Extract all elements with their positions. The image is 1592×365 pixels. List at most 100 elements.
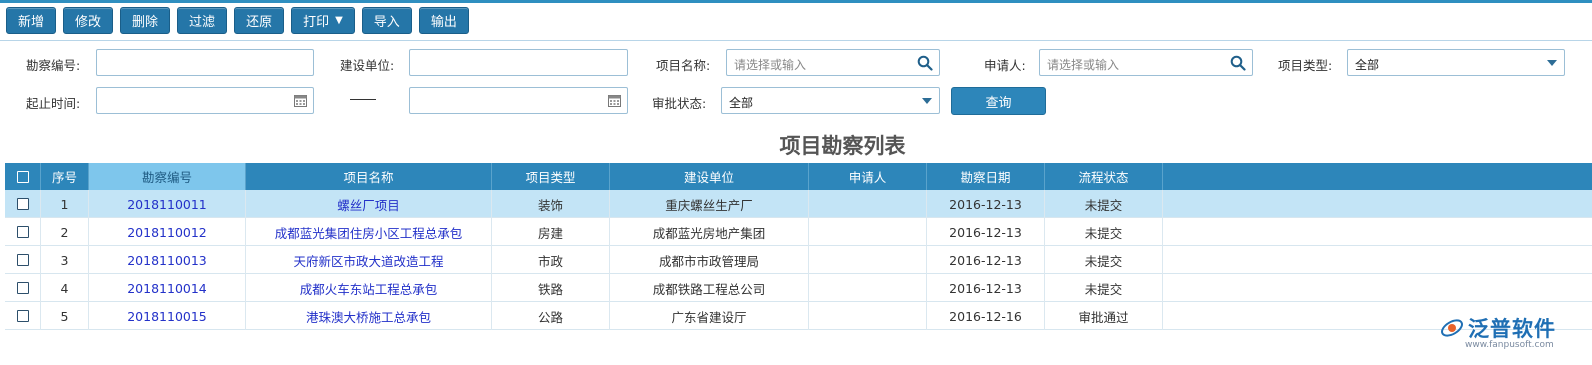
project-type-value: 全部 <box>1355 58 1380 72</box>
cell-type: 房建 <box>492 218 610 246</box>
row-select-cell <box>5 274 41 302</box>
top-accent-line <box>0 0 1592 3</box>
cell-builder: 成都蓝光房地产集团 <box>610 218 809 246</box>
calendar-icon[interactable] <box>294 94 307 110</box>
cell-type: 公路 <box>492 302 610 330</box>
logo-text: 泛普软件 <box>1468 317 1556 341</box>
row-select-cell <box>5 218 41 246</box>
column-header-name[interactable]: 项目名称 <box>246 163 492 190</box>
cell-no: 4 <box>41 274 89 302</box>
project-name-input[interactable]: 请选择或输入 <box>726 49 940 76</box>
add-button-label: 新增 <box>18 15 45 30</box>
cell-status: 未提交 <box>1045 274 1163 302</box>
dropdown-arrow-icon <box>1547 60 1557 66</box>
brand-logo: 泛普软件 <box>1440 313 1556 343</box>
row-checkbox[interactable] <box>16 310 29 322</box>
select-all-checkbox[interactable] <box>16 170 29 183</box>
cell-name[interactable]: 天府新区市政大道改造工程 <box>246 246 492 274</box>
delete-button[interactable]: 删除 <box>120 7 171 34</box>
column-header-builder[interactable]: 建设单位 <box>610 163 809 190</box>
cell-applicant <box>809 302 927 330</box>
table-row[interactable]: 5 2018110015 港珠澳大桥施工总承包 公路 广东省建设厅 2016-1… <box>5 302 1592 330</box>
column-header-date[interactable]: 勘察日期 <box>927 163 1045 190</box>
cell-builder: 广东省建设厅 <box>610 302 809 330</box>
cell-code[interactable]: 2018110011 <box>89 190 246 218</box>
add-button[interactable]: 新增 <box>6 7 57 34</box>
page-title: 项目勘察列表 <box>779 134 906 158</box>
cell-code[interactable]: 2018110013 <box>89 246 246 274</box>
cell-applicant <box>809 190 927 218</box>
edit-button[interactable]: 修改 <box>63 7 114 34</box>
restore-button-label: 还原 <box>246 15 273 30</box>
column-header-filler <box>1163 163 1592 190</box>
query-button-label: 查询 <box>985 95 1012 111</box>
survey-no-input[interactable] <box>96 49 314 76</box>
row-checkbox[interactable] <box>16 282 29 294</box>
approval-value: 全部 <box>729 96 754 110</box>
period-start-input[interactable] <box>96 87 314 114</box>
cell-name[interactable]: 成都火车东站工程总承包 <box>246 274 492 302</box>
cell-date: 2016-12-13 <box>927 190 1045 218</box>
column-header-code[interactable]: 勘察编号 <box>89 163 246 190</box>
cell-date: 2016-12-13 <box>927 274 1045 302</box>
cell-date: 2016-12-16 <box>927 302 1045 330</box>
column-header-applicant[interactable]: 申请人 <box>809 163 927 190</box>
search-icon[interactable] <box>1230 55 1246 74</box>
row-select-cell <box>5 302 41 330</box>
export-button-label: 输出 <box>430 15 457 30</box>
filter-button[interactable]: 过滤 <box>177 7 228 34</box>
cell-filler <box>1163 274 1592 302</box>
export-button[interactable]: 输出 <box>418 7 469 34</box>
table-row[interactable]: 1 2018110011 螺丝厂项目 装饰 重庆螺丝生产厂 2016-12-13… <box>5 190 1592 218</box>
project-type-select[interactable]: 全部 <box>1347 49 1565 76</box>
edit-button-label: 修改 <box>75 15 102 30</box>
table-row[interactable]: 2 2018110012 成都蓝光集团住房小区工程总承包 房建 成都蓝光房地产集… <box>5 218 1592 246</box>
cell-code[interactable]: 2018110015 <box>89 302 246 330</box>
cell-filler <box>1163 190 1592 218</box>
period-end-input[interactable] <box>409 87 628 114</box>
toolbar-divider <box>0 40 1592 41</box>
cell-no: 3 <box>41 246 89 274</box>
applicant-input[interactable]: 请选择或输入 <box>1039 49 1253 76</box>
applicant-label: 申请人: <box>984 58 1026 73</box>
query-button[interactable]: 查询 <box>951 87 1046 115</box>
cell-no: 1 <box>41 190 89 218</box>
logo-icon <box>1441 319 1463 337</box>
calendar-icon[interactable] <box>608 94 621 110</box>
cell-type: 铁路 <box>492 274 610 302</box>
approval-select[interactable]: 全部 <box>721 87 940 114</box>
import-button[interactable]: 导入 <box>361 7 412 34</box>
cell-name[interactable]: 螺丝厂项目 <box>246 190 492 218</box>
cell-code[interactable]: 2018110012 <box>89 218 246 246</box>
survey-no-label: 勘察编号: <box>26 58 81 73</box>
cell-status: 审批通过 <box>1045 302 1163 330</box>
builder-input[interactable] <box>409 49 628 76</box>
print-button[interactable]: 打印 ▼ <box>291 7 355 34</box>
cell-filler <box>1163 246 1592 274</box>
cell-date: 2016-12-13 <box>927 246 1045 274</box>
column-header-no[interactable]: 序号 <box>41 163 89 190</box>
column-header-type[interactable]: 项目类型 <box>492 163 610 190</box>
cell-code[interactable]: 2018110014 <box>89 274 246 302</box>
table-row[interactable]: 4 2018110014 成都火车东站工程总承包 铁路 成都铁路工程总公司 20… <box>5 274 1592 302</box>
cell-name[interactable]: 成都蓝光集团住房小区工程总承包 <box>246 218 492 246</box>
table-row[interactable]: 3 2018110013 天府新区市政大道改造工程 市政 成都市市政管理局 20… <box>5 246 1592 274</box>
logo-url: www.fanpusoft.com <box>1465 340 1554 350</box>
cell-type: 装饰 <box>492 190 610 218</box>
project-type-label: 项目类型: <box>1278 58 1333 73</box>
survey-table: 序号 勘察编号 项目名称 项目类型 建设单位 申请人 勘察日期 流程状态 1 2… <box>5 163 1592 330</box>
cell-date: 2016-12-13 <box>927 218 1045 246</box>
restore-button[interactable]: 还原 <box>234 7 285 34</box>
row-select-cell <box>5 190 41 218</box>
builder-label: 建设单位: <box>340 58 395 73</box>
row-checkbox[interactable] <box>16 254 29 266</box>
caret-down-icon: ▼ <box>335 15 343 26</box>
search-icon[interactable] <box>917 55 933 74</box>
cell-name[interactable]: 港珠澳大桥施工总承包 <box>246 302 492 330</box>
column-header-status[interactable]: 流程状态 <box>1045 163 1163 190</box>
row-checkbox[interactable] <box>16 198 29 210</box>
row-checkbox[interactable] <box>16 226 29 238</box>
cell-status: 未提交 <box>1045 246 1163 274</box>
import-button-label: 导入 <box>373 15 400 30</box>
table-header: 序号 勘察编号 项目名称 项目类型 建设单位 申请人 勘察日期 流程状态 <box>5 163 1592 190</box>
